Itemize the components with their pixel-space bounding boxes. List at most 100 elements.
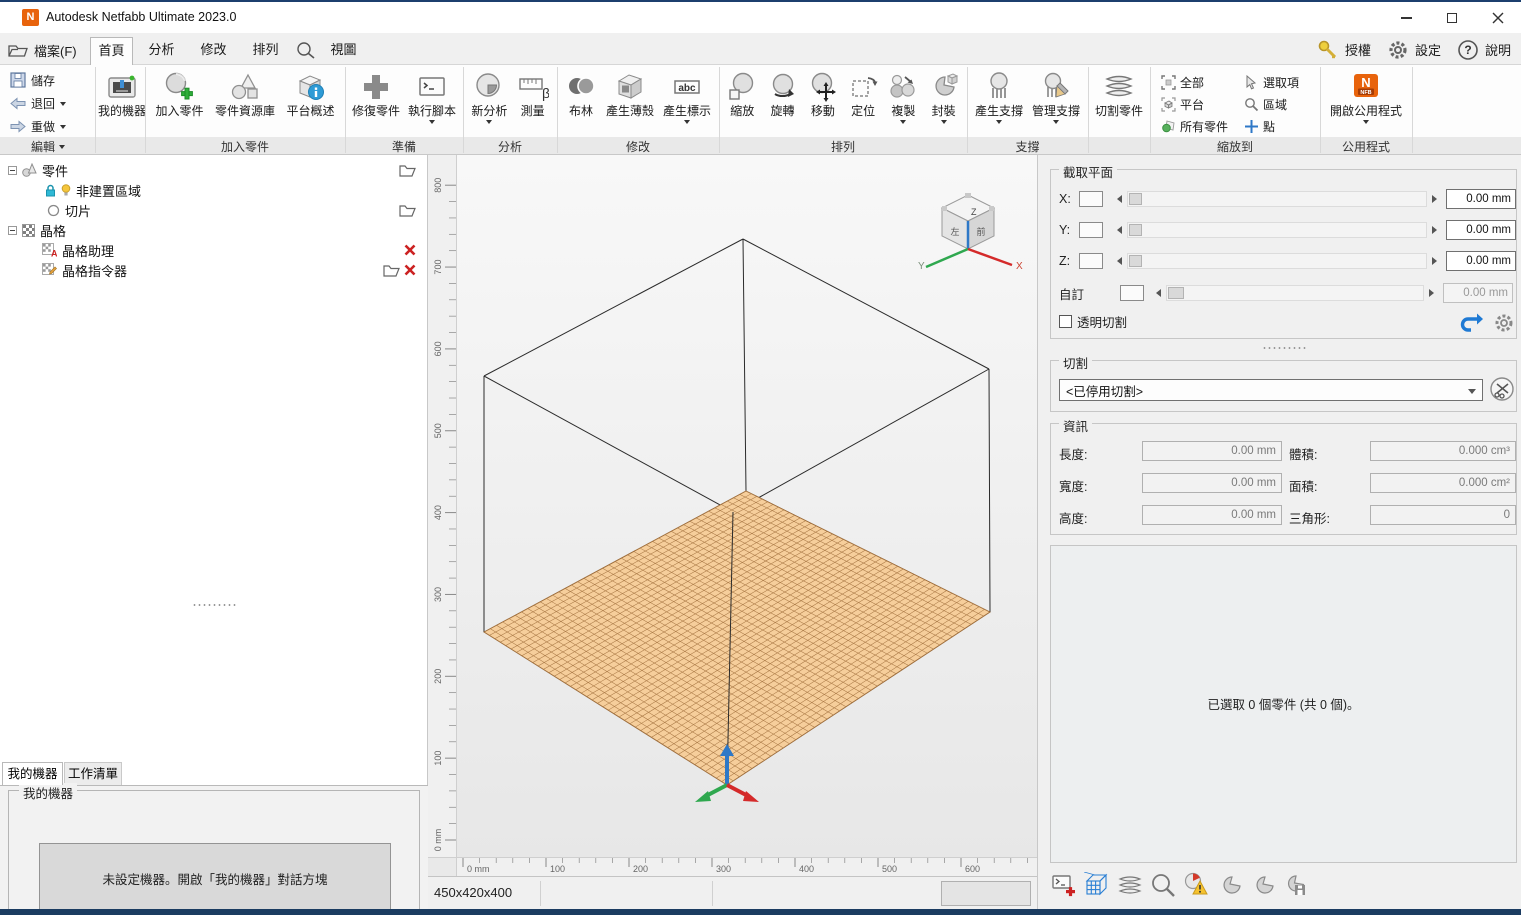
clip-z-value[interactable]: 0.00 mm bbox=[1446, 251, 1516, 271]
part-library-button[interactable]: 零件資源庫 bbox=[213, 67, 277, 119]
measure-button[interactable]: β 測量 bbox=[515, 67, 551, 119]
clip-x-slider-thumb[interactable] bbox=[1129, 193, 1142, 205]
my-machines-button[interactable]: 我的機器 bbox=[96, 67, 148, 119]
duplicate-dropdown-caret-icon[interactable] bbox=[900, 120, 906, 124]
lattice-button[interactable] bbox=[1083, 870, 1111, 900]
clip-x-flip-box[interactable] bbox=[1079, 191, 1103, 207]
new-script-button[interactable] bbox=[1050, 870, 1078, 900]
group-label-edit[interactable]: 編輯 bbox=[2, 138, 94, 155]
create-shell-button[interactable]: 產生薄殼 bbox=[604, 67, 656, 119]
navigation-cube[interactable]: 左 前 Z Y X bbox=[918, 193, 1023, 272]
clip-custom-flip-box[interactable] bbox=[1120, 285, 1144, 301]
generate-support-button[interactable]: 產生支撐 bbox=[973, 67, 1025, 125]
clip-z-slider-thumb[interactable] bbox=[1129, 255, 1142, 267]
delete-button[interactable] bbox=[404, 244, 416, 256]
clip-z-slider[interactable] bbox=[1127, 253, 1427, 269]
clip-z-right-arrow[interactable] bbox=[1432, 257, 1437, 265]
undo-button[interactable]: 退回 bbox=[2, 93, 66, 113]
tree-item-slices[interactable]: 切片 bbox=[0, 200, 426, 220]
reset-clipping-button[interactable] bbox=[1459, 312, 1483, 334]
open-utilities-dropdown-caret-icon[interactable] bbox=[1363, 120, 1369, 124]
tab-worklist[interactable]: 工作清單 bbox=[64, 762, 122, 785]
clip-y-slider[interactable] bbox=[1127, 222, 1427, 238]
tree-item-lattice[interactable]: 晶格 bbox=[0, 220, 426, 240]
search-icon[interactable] bbox=[296, 41, 316, 64]
clip-y-flip-box[interactable] bbox=[1079, 222, 1103, 238]
3d-viewport[interactable]: 左 前 Z Y X bbox=[457, 155, 1037, 857]
repair-part-button[interactable]: 修復零件 bbox=[350, 67, 402, 119]
analysis-view-button[interactable] bbox=[1149, 870, 1177, 900]
tree-item-lattice-commander[interactable]: 晶格指令器 bbox=[0, 260, 426, 280]
manage-support-dropdown-caret-icon[interactable] bbox=[1053, 120, 1059, 124]
slices-button[interactable] bbox=[1116, 870, 1144, 900]
run-script-button[interactable]: 執行腳本 bbox=[406, 67, 458, 125]
tree-item-no-build-zone[interactable]: 非建置區域 bbox=[0, 180, 426, 200]
close-button[interactable] bbox=[1475, 2, 1521, 33]
clip-y-right-arrow[interactable] bbox=[1432, 226, 1437, 234]
clip-custom-left-arrow[interactable] bbox=[1156, 289, 1161, 297]
part-history-forward-button[interactable] bbox=[1248, 870, 1276, 900]
clip-z-left-arrow[interactable] bbox=[1117, 257, 1122, 265]
rotate-button[interactable]: 旋轉 bbox=[765, 67, 801, 119]
platform-overview-button[interactable]: 平台概述 bbox=[284, 67, 336, 119]
clip-x-value[interactable]: 0.00 mm bbox=[1446, 189, 1516, 209]
collapse-icon[interactable] bbox=[8, 226, 17, 235]
collapse-icon[interactable] bbox=[8, 166, 17, 175]
clip-custom-slider-thumb[interactable] bbox=[1168, 287, 1184, 299]
repair-warning-button[interactable] bbox=[1182, 870, 1210, 900]
add-part-button[interactable]: 加入零件 bbox=[153, 67, 205, 119]
open-folder-button[interactable] bbox=[399, 164, 416, 177]
panel-splitter-handle[interactable] bbox=[192, 603, 236, 607]
tab-home[interactable]: 首頁 bbox=[90, 37, 133, 65]
tab-arrange[interactable]: 排列 bbox=[244, 37, 287, 65]
pack-button[interactable]: 封裝 bbox=[926, 67, 962, 125]
zoom-all-parts-button[interactable]: 所有零件 bbox=[1161, 115, 1228, 137]
redo-button[interactable]: 重做 bbox=[2, 116, 66, 136]
run-script-dropdown-caret-icon[interactable] bbox=[429, 120, 435, 124]
clipping-settings-gear-icon[interactable] bbox=[1493, 312, 1515, 334]
pack-dropdown-caret-icon[interactable] bbox=[941, 120, 947, 124]
manage-support-button[interactable]: 管理支撐 bbox=[1030, 67, 1082, 125]
execute-cut-button[interactable] bbox=[1489, 376, 1517, 404]
clip-custom-right-arrow[interactable] bbox=[1429, 289, 1434, 297]
zoom-selection-button[interactable]: 選取項 bbox=[1244, 71, 1299, 93]
open-folder-button[interactable] bbox=[399, 204, 416, 217]
settings-button[interactable]: 設定 bbox=[1387, 39, 1441, 61]
part-history-back-button[interactable] bbox=[1215, 870, 1243, 900]
scale-button[interactable]: 縮放 bbox=[724, 67, 760, 119]
cut-parts-button[interactable]: 切割零件 bbox=[1093, 67, 1145, 119]
tree-item-parts[interactable]: 零件 bbox=[0, 160, 426, 180]
tab-analysis[interactable]: 分析 bbox=[140, 37, 183, 65]
cube-front-face-label[interactable]: 前 bbox=[976, 226, 985, 237]
clip-x-right-arrow[interactable] bbox=[1432, 195, 1437, 203]
tree-item-lattice-assistant[interactable]: A 晶格助理 bbox=[0, 240, 426, 260]
maximize-button[interactable] bbox=[1429, 2, 1475, 33]
cube-left-face-label[interactable]: 左 bbox=[950, 226, 959, 237]
clip-y-slider-thumb[interactable] bbox=[1129, 224, 1142, 236]
open-utilities-button[interactable]: NNFB 開啟公用程式 bbox=[1328, 67, 1404, 125]
duplicate-button[interactable]: 複製 bbox=[885, 67, 921, 125]
clip-y-value[interactable]: 0.00 mm bbox=[1446, 220, 1516, 240]
help-button[interactable]: ? 說明 bbox=[1457, 39, 1511, 61]
redo-dropdown-caret-icon[interactable] bbox=[60, 125, 66, 129]
minimize-button[interactable] bbox=[1383, 2, 1429, 33]
create-label-button[interactable]: abc 產生標示 bbox=[661, 67, 713, 125]
save-button[interactable]: 儲存 bbox=[2, 70, 55, 90]
zoom-all-button[interactable]: 全部 bbox=[1161, 71, 1228, 93]
tab-my-machine[interactable]: 我的機器 bbox=[2, 762, 63, 785]
create-label-dropdown-caret-icon[interactable] bbox=[684, 120, 690, 124]
undo-dropdown-caret-icon[interactable] bbox=[60, 102, 66, 106]
generate-support-dropdown-caret-icon[interactable] bbox=[996, 120, 1002, 124]
new-analysis-button[interactable]: 新分析 bbox=[469, 67, 509, 125]
file-menu-button[interactable]: 檔案(F) bbox=[8, 37, 77, 63]
zoom-point-button[interactable]: 點 bbox=[1244, 115, 1299, 137]
transparent-cut-checkbox[interactable] bbox=[1059, 315, 1072, 328]
boolean-button[interactable]: 布林 bbox=[563, 67, 599, 119]
tab-modify[interactable]: 修改 bbox=[192, 37, 235, 65]
license-button[interactable]: 授權 bbox=[1317, 39, 1371, 61]
clip-x-slider[interactable] bbox=[1127, 191, 1427, 207]
machine-not-set-button[interactable]: 未設定機器。開啟「我的機器」對話方塊 bbox=[39, 843, 391, 914]
clip-z-flip-box[interactable] bbox=[1079, 253, 1103, 269]
panel-splitter-handle[interactable] bbox=[1262, 346, 1306, 350]
clip-y-left-arrow[interactable] bbox=[1117, 226, 1122, 234]
